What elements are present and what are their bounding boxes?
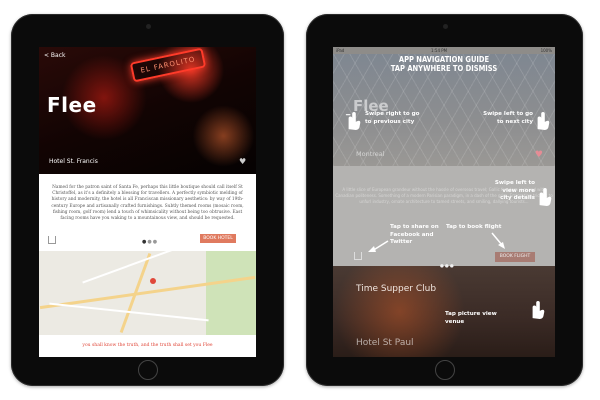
swipe-right-hand-icon bbox=[345, 112, 361, 130]
book-hotel-button[interactable]: BOOK HOTEL bbox=[200, 234, 236, 243]
arrow-icon bbox=[368, 240, 389, 252]
swipe-left-hand-icon bbox=[537, 112, 550, 130]
neon-sign: EL FAROLITO bbox=[129, 47, 207, 83]
tip-swipe-prev: Swipe right to go to previous city bbox=[365, 111, 420, 125]
tip-book: Tap to book flight bbox=[446, 224, 502, 230]
swipe-left-hand-icon bbox=[539, 188, 552, 206]
page-title: Flee bbox=[47, 93, 97, 117]
share-icon[interactable] bbox=[354, 252, 362, 260]
home-button[interactable] bbox=[434, 360, 455, 380]
venue-name[interactable]: Time Supper Club bbox=[356, 284, 436, 294]
tablet-right: iPad 1:54 PM 100% A little slice of Euro… bbox=[306, 14, 583, 386]
hero-image[interactable]: EL FAROLITO < Back Flee Hotel St. Franci… bbox=[39, 47, 256, 174]
page-dots: ●●● bbox=[142, 239, 159, 245]
guide-title-line-1: APP NAVIGATION GUIDE bbox=[398, 55, 490, 64]
status-time: 1:54 PM bbox=[431, 48, 448, 53]
hotel-description: Named for the patron saint of Santa Fe, … bbox=[51, 185, 244, 222]
status-battery: 100% bbox=[540, 48, 552, 53]
status-carrier: iPad bbox=[336, 48, 345, 53]
tablet-left: EL FAROLITO < Back Flee Hotel St. Franci… bbox=[11, 14, 284, 386]
tip-venue: Tap picture view venue bbox=[445, 311, 497, 325]
city-name: Montreal bbox=[356, 150, 385, 158]
status-bar: iPad 1:54 PM 100% bbox=[333, 47, 555, 54]
map-park bbox=[206, 251, 256, 335]
camera bbox=[145, 24, 151, 29]
tap-hand-icon bbox=[532, 301, 545, 319]
camera bbox=[442, 24, 448, 29]
hotel-name[interactable]: Hotel St Paul bbox=[356, 338, 414, 348]
hotel-name: Hotel St. Francis bbox=[49, 158, 98, 165]
arrow-icon bbox=[491, 232, 505, 249]
tablet-left-screen: EL FAROLITO < Back Flee Hotel St. Franci… bbox=[39, 47, 256, 357]
map[interactable] bbox=[39, 251, 256, 335]
footer-quote: you shall know the truth, and the truth … bbox=[82, 343, 213, 348]
tip-swipe-next: Swipe left to go to next city bbox=[483, 111, 533, 125]
tip-city-details: Swipe left to view more city details bbox=[494, 180, 535, 201]
tablet-right-screen[interactable]: iPad 1:54 PM 100% A little slice of Euro… bbox=[333, 47, 555, 357]
home-button[interactable] bbox=[137, 360, 158, 380]
map-pin-icon[interactable] bbox=[150, 278, 156, 284]
back-button[interactable]: < Back bbox=[44, 52, 66, 59]
tip-share: Tap to share on Facebook and Twitter bbox=[390, 224, 439, 245]
favorite-icon[interactable]: ♥ bbox=[239, 157, 248, 166]
page-dots: ●●● bbox=[440, 264, 455, 269]
book-flight-button[interactable]: BOOK FLIGHT bbox=[495, 252, 535, 262]
guide-title-line-2: TAP ANYWHERE TO DISMISS bbox=[390, 64, 498, 73]
guide-title: APP NAVIGATION GUIDE TAP ANYWHERE TO DIS… bbox=[333, 55, 555, 73]
heart-icon[interactable]: ♥ bbox=[535, 150, 543, 160]
share-icon[interactable] bbox=[48, 236, 56, 244]
